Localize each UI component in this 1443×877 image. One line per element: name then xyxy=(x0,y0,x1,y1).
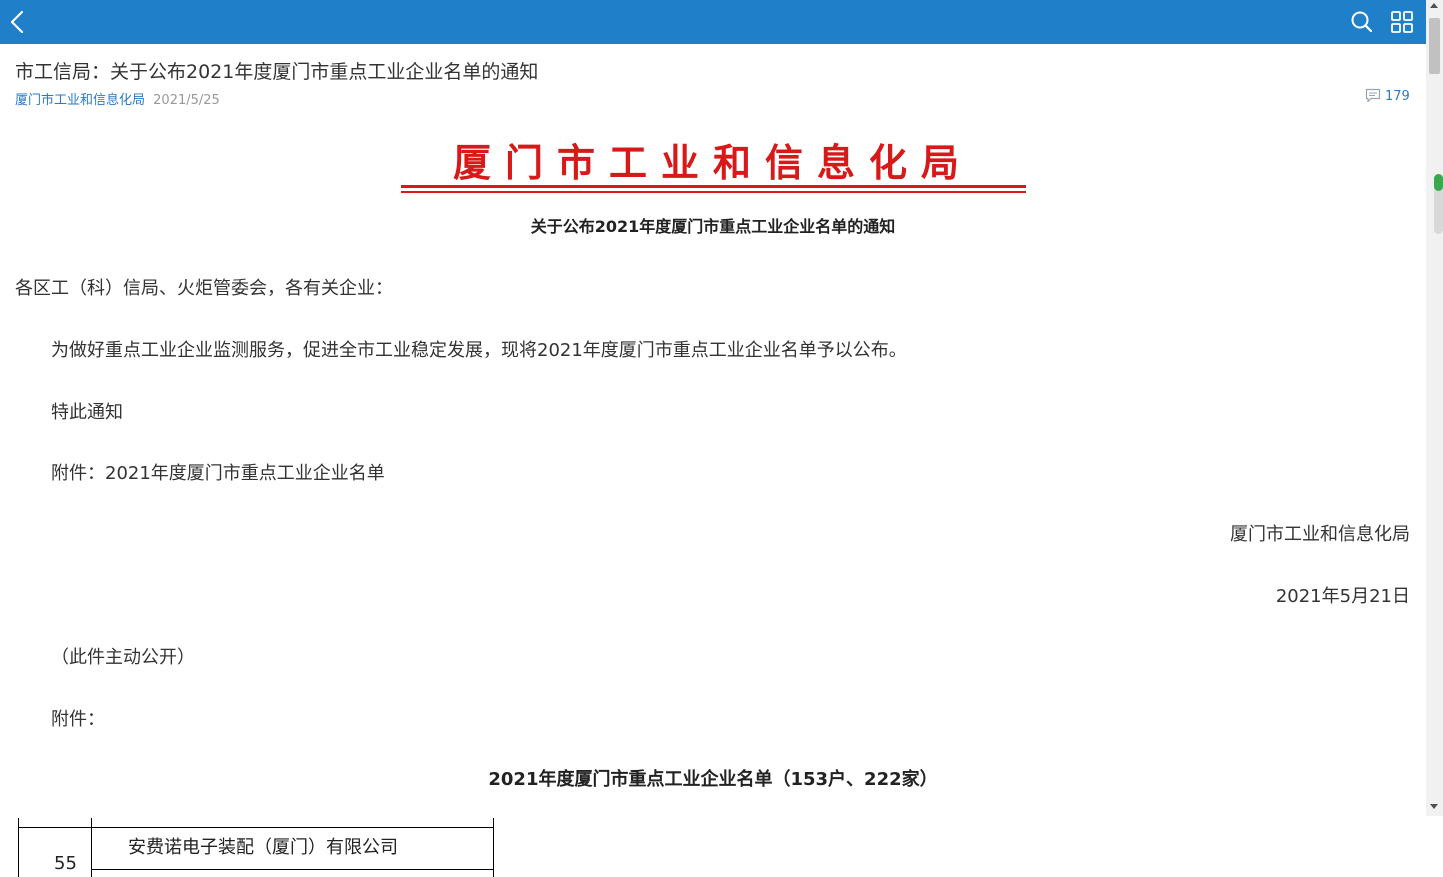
attachment-line: 附件：2021年度厦门市重点工业企业名单 xyxy=(51,463,385,484)
article-title: 市工信局：关于公布2021年度厦门市重点工业企业名单的通知 xyxy=(15,61,539,83)
table-row-border-top xyxy=(18,827,494,828)
comment-count: 179 xyxy=(1385,89,1410,104)
menu-grid-button[interactable] xyxy=(1388,8,1416,36)
article-source-link[interactable]: 厦门市工业和信息化局 xyxy=(15,93,145,108)
addressee-line: 各区工（科）信局、火炬管委会，各有关企业： xyxy=(15,278,393,299)
body-paragraph: 为做好重点工业企业监测服务，促进全市工业稳定发展，现将2021年度厦门市重点工业… xyxy=(51,340,907,361)
article-date: 2021/5/25 xyxy=(153,93,220,108)
chevron-left-icon xyxy=(10,10,24,34)
signature-date: 2021年5月21日 xyxy=(1275,586,1410,607)
table-cell-number: 55 xyxy=(54,853,77,874)
comments-button[interactable]: 179 xyxy=(1365,88,1410,104)
search-icon xyxy=(1351,11,1373,33)
back-button[interactable] xyxy=(4,6,32,38)
article-meta: 厦门市工业和信息化局 2021/5/25 xyxy=(15,89,220,108)
heading-red-rule-thick xyxy=(401,185,1026,188)
search-button[interactable] xyxy=(1348,8,1376,36)
attachment-label: 附件： xyxy=(51,709,105,730)
notice-title: 关于公布2021年度厦门市重点工业企业名单的通知 xyxy=(530,217,896,236)
scroll-up-arrow-icon[interactable] xyxy=(1430,3,1438,8)
scrollbar-thumb[interactable] xyxy=(1429,18,1440,74)
grid-icon xyxy=(1391,11,1413,33)
scroll-down-arrow-icon[interactable] xyxy=(1430,804,1438,809)
heading-red-rule-thin xyxy=(401,191,1026,193)
disclosure-note: （此件主动公开） xyxy=(51,647,195,668)
top-app-bar xyxy=(0,0,1426,44)
document-org-heading: 厦门市工业和信息化局 xyxy=(452,140,973,185)
table-row-border-bottom xyxy=(91,869,494,870)
list-title: 2021年度厦门市重点工业企业名单（153户、222家） xyxy=(488,769,938,790)
table-cell-company: 安费诺电子装配（厦门）有限公司 xyxy=(128,837,398,858)
reading-progress-fill xyxy=(1434,174,1443,191)
closing-line: 特此通知 xyxy=(51,402,123,423)
reading-progress-indicator xyxy=(1434,174,1443,234)
comment-icon xyxy=(1365,88,1381,103)
signature-org: 厦门市工业和信息化局 xyxy=(1230,524,1410,545)
vertical-scrollbar[interactable] xyxy=(1426,0,1443,816)
